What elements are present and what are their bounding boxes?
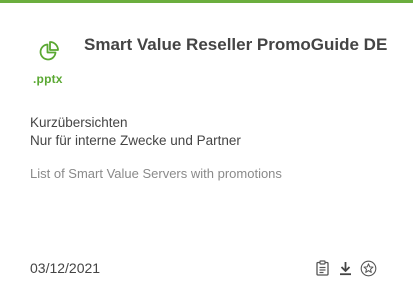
favorite-button[interactable] <box>358 258 378 278</box>
document-date: 03/12/2021 <box>30 260 101 276</box>
favorite-star-icon <box>360 260 376 276</box>
card-actions <box>312 258 378 278</box>
document-card[interactable]: .pptx Smart Value Reseller PromoGuide DE… <box>0 0 413 288</box>
document-description: List of Smart Value Servers with promoti… <box>30 166 282 181</box>
clipboard-icon <box>315 260 329 276</box>
category-line: Kurzübersichten <box>30 115 128 130</box>
document-category: Kurzübersichten Nur für interne Zwecke u… <box>30 114 241 150</box>
download-icon <box>339 262 351 276</box>
document-title[interactable]: Smart Value Reseller PromoGuide DE <box>84 35 387 55</box>
file-extension: .pptx <box>33 72 63 86</box>
pie-chart-icon <box>39 41 59 61</box>
copy-link-button[interactable] <box>312 258 332 278</box>
download-button[interactable] <box>335 258 355 278</box>
category-line: Nur für interne Zwecke und Partner <box>30 133 241 148</box>
